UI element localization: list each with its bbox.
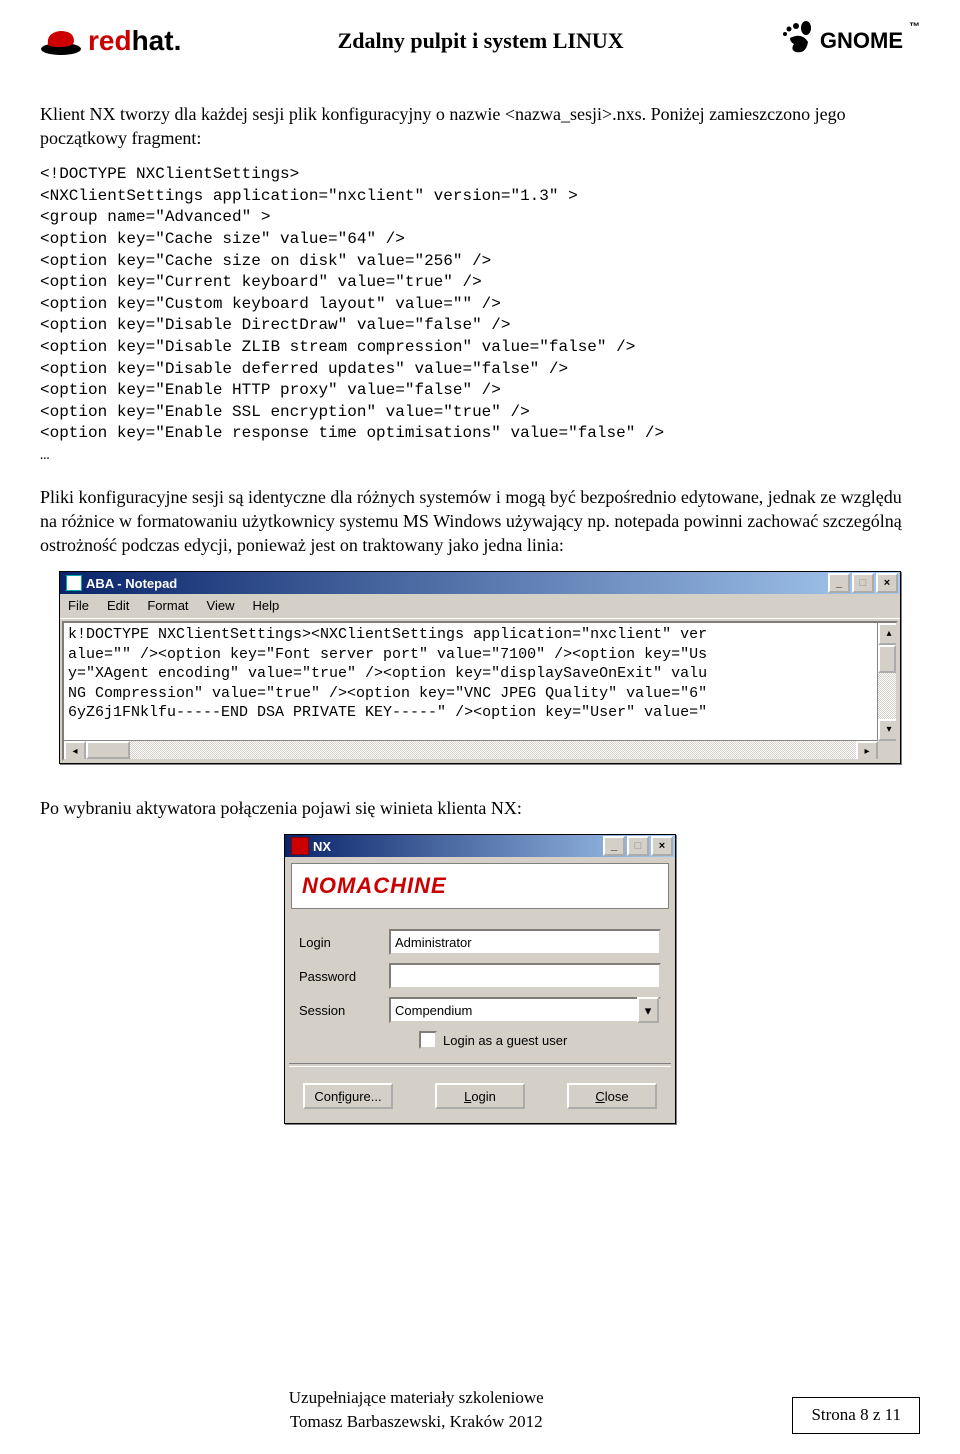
redhat-text: redhat. — [88, 22, 181, 60]
notepad-app-icon — [66, 575, 82, 591]
page-header: redhat. Zdalny pulpit i system LINUX GNO… — [40, 20, 920, 62]
scroll-right-icon[interactable]: ▸ — [856, 741, 878, 761]
menu-edit[interactable]: Edit — [105, 596, 131, 616]
scroll-left-icon[interactable]: ◂ — [64, 741, 86, 761]
configure-button[interactable]: Configure... — [303, 1083, 393, 1109]
notepad-content: k!DOCTYPE NXClientSettings><NXClientSett… — [64, 623, 896, 725]
nomachine-logo: NOMACHINE — [302, 871, 447, 901]
scroll-track-h[interactable] — [130, 741, 856, 759]
minimize-button[interactable]: _ — [603, 836, 625, 856]
notepad-text-area[interactable]: k!DOCTYPE NXClientSettings><NXClientSett… — [62, 621, 898, 761]
close-button[interactable]: Close — [567, 1083, 657, 1109]
menu-file[interactable]: File — [66, 596, 91, 616]
login-input[interactable]: Administrator — [389, 929, 661, 955]
close-button[interactable]: × — [876, 573, 898, 593]
horizontal-scrollbar[interactable]: ◂ ▸ — [64, 740, 878, 759]
paragraph-intro: Klient NX tworzy dla każdej sesji plik k… — [40, 102, 920, 151]
scroll-corner — [878, 741, 896, 759]
maximize-button[interactable]: □ — [852, 573, 874, 593]
separator — [289, 1063, 671, 1067]
gnome-logo: GNOME ™ — [780, 20, 920, 62]
footer-line2: Tomasz Barbaszewski, Kraków 2012 — [40, 1410, 792, 1434]
scroll-thumb-v[interactable] — [878, 645, 896, 673]
xml-config-code: <!DOCTYPE NXClientSettings> <NXClientSet… — [40, 164, 920, 466]
notepad-titlebar[interactable]: ABA - Notepad _ □ × — [60, 572, 900, 594]
password-label: Password — [299, 968, 389, 986]
nomachine-banner: NOMACHINE — [291, 863, 669, 909]
redhat-logo: redhat. — [40, 22, 181, 60]
session-label: Session — [299, 1002, 389, 1020]
chevron-down-icon[interactable]: ▾ — [637, 997, 659, 1023]
notepad-title: ABA - Notepad — [86, 575, 177, 593]
page-footer: Uzupełniające materiały szkoleniowe Toma… — [40, 1386, 920, 1434]
session-select[interactable]: Compendium ▾ — [389, 997, 661, 1023]
gnome-trademark: ™ — [909, 20, 920, 35]
nx-title: NX — [313, 838, 331, 856]
nx-titlebar[interactable]: NX _ □ × — [285, 835, 675, 857]
session-value: Compendium — [395, 1002, 472, 1020]
guest-label: Login as a guest user — [443, 1032, 567, 1050]
close-button[interactable]: × — [651, 836, 673, 856]
nx-app-icon — [291, 837, 309, 855]
scroll-up-icon[interactable]: ▴ — [878, 623, 898, 645]
page-title: Zdalny pulpit i system LINUX — [181, 26, 780, 56]
vertical-scrollbar[interactable]: ▴ ▾ — [877, 623, 896, 741]
minimize-button[interactable]: _ — [828, 573, 850, 593]
password-input[interactable] — [389, 963, 661, 989]
notepad-window: ABA - Notepad _ □ × File Edit Format Vie… — [59, 571, 901, 764]
login-value: Administrator — [395, 934, 472, 952]
menu-view[interactable]: View — [205, 596, 237, 616]
menu-help[interactable]: Help — [250, 596, 281, 616]
paragraph-nx-intro: Po wybraniu aktywatora połączenia pojawi… — [40, 796, 920, 820]
scroll-thumb-h[interactable] — [86, 741, 130, 759]
scroll-down-icon[interactable]: ▾ — [878, 719, 898, 741]
notepad-menubar: File Edit Format View Help — [60, 594, 900, 619]
scroll-track-v[interactable] — [878, 673, 896, 719]
gnome-foot-icon — [780, 20, 814, 62]
guest-checkbox[interactable] — [419, 1031, 437, 1049]
login-label: Login — [299, 934, 389, 952]
nx-window: NX _ □ × NOMACHINE Login Administrator P… — [284, 834, 676, 1124]
maximize-button: □ — [627, 836, 649, 856]
page-number-box: Strona 8 z 11 — [792, 1397, 920, 1434]
footer-credits: Uzupełniające materiały szkoleniowe Toma… — [40, 1386, 792, 1434]
menu-format[interactable]: Format — [145, 596, 190, 616]
gnome-text: GNOME — [820, 26, 903, 56]
login-button[interactable]: Login — [435, 1083, 525, 1109]
paragraph-edit-warning: Pliki konfiguracyjne sesji są identyczne… — [40, 485, 920, 558]
footer-line1: Uzupełniające materiały szkoleniowe — [40, 1386, 792, 1410]
page-number: Strona 8 z 11 — [811, 1405, 901, 1424]
redhat-hat-icon — [40, 25, 82, 57]
